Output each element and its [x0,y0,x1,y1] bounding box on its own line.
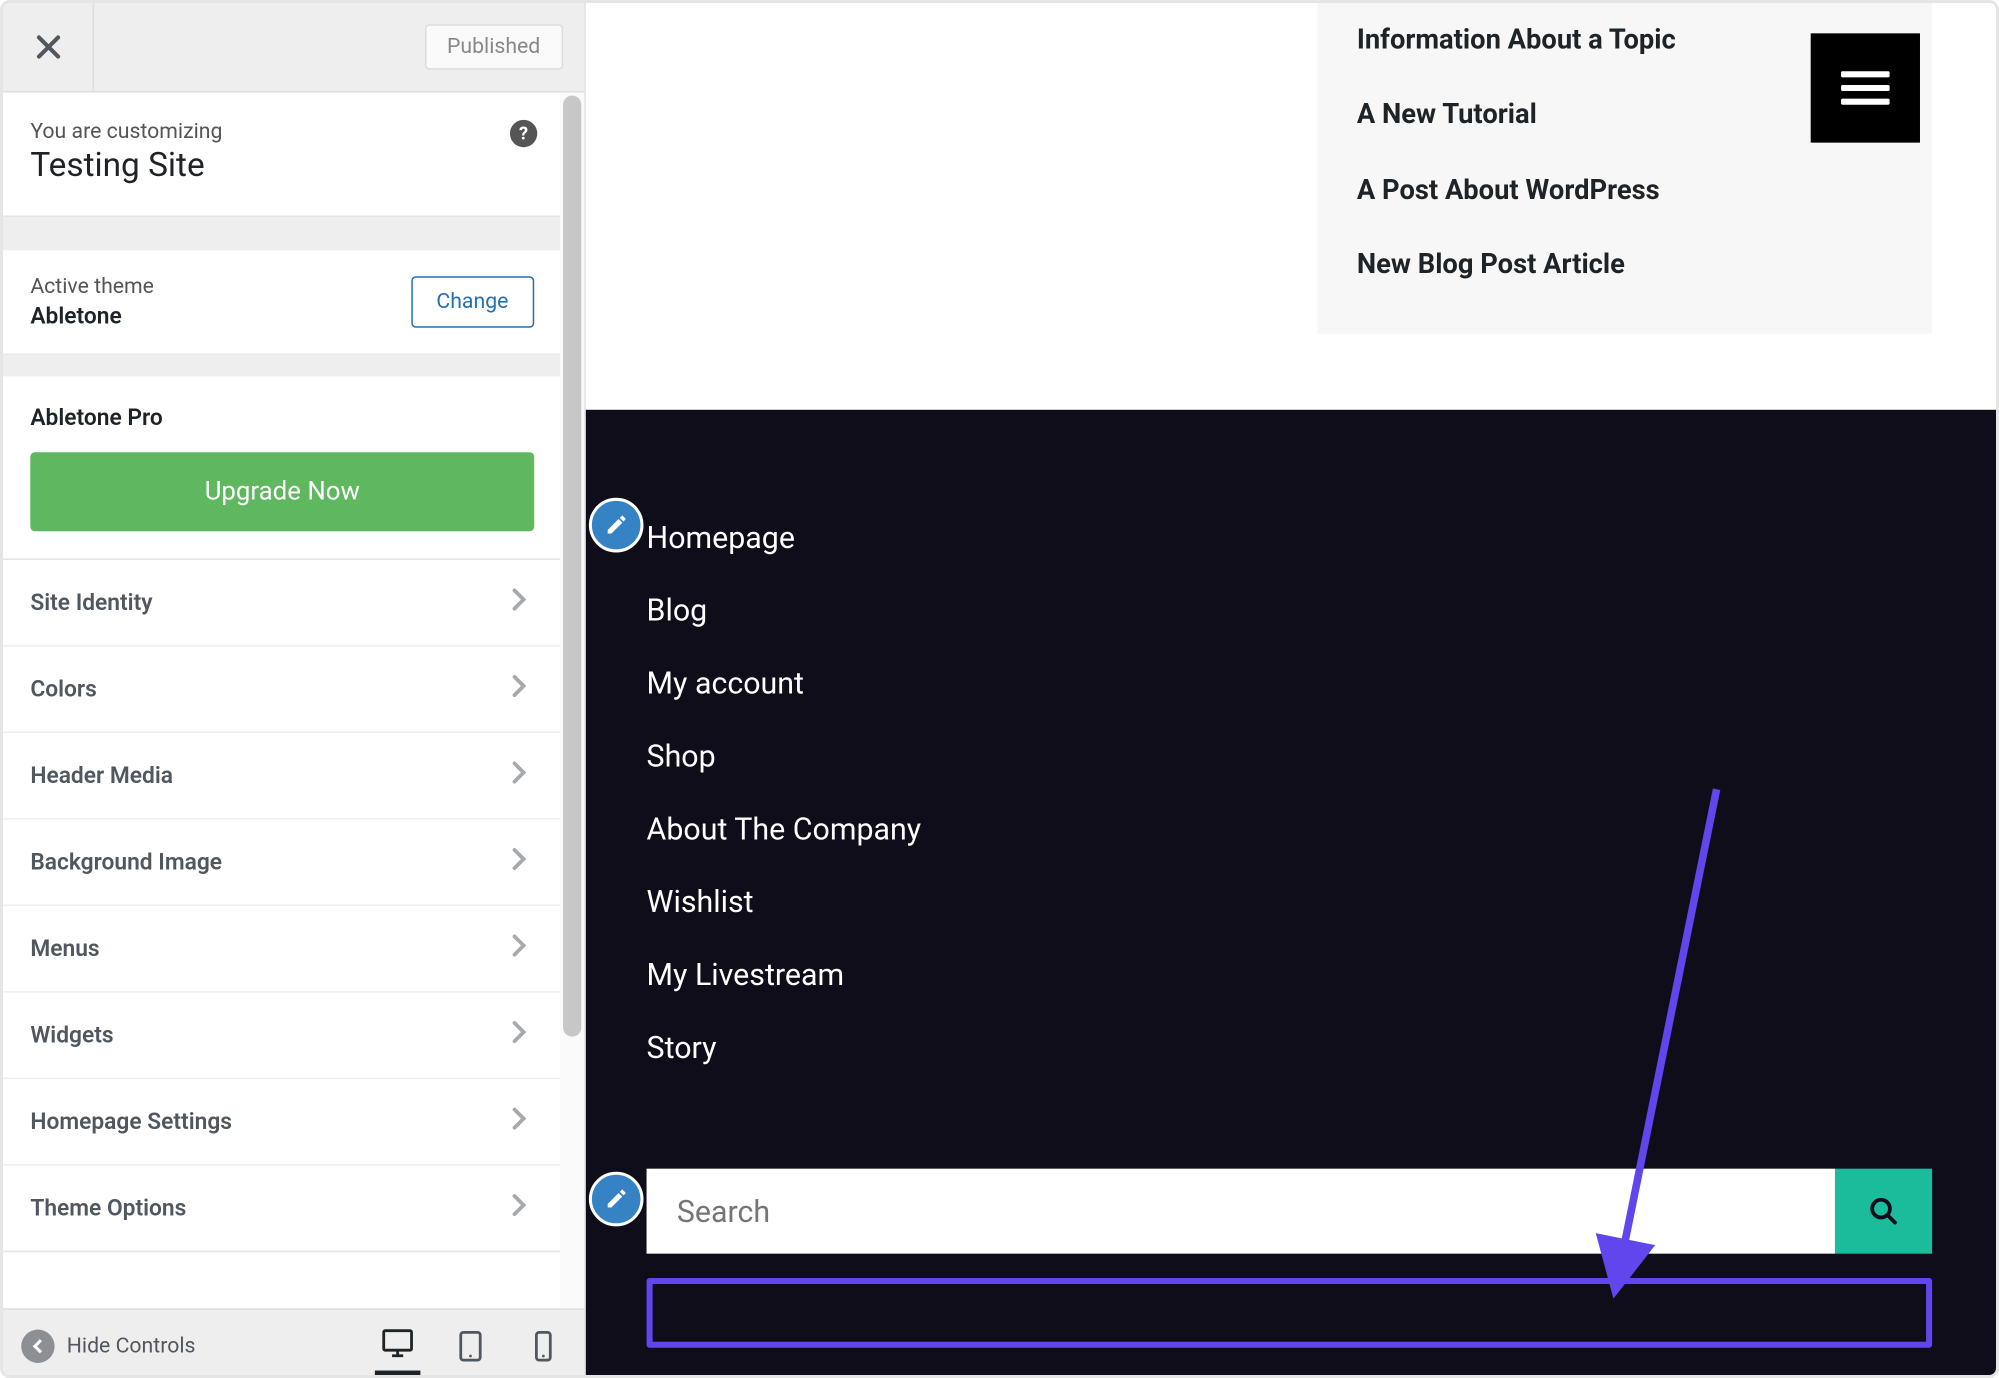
scrollbar-thumb[interactable] [563,96,581,1037]
sidebar-nav-menus[interactable]: Menus [3,905,562,992]
nav-label: Colors [30,675,96,702]
footer-menu-link[interactable]: Wishlist [647,865,922,938]
chevron-right-icon [504,844,534,880]
pro-title: Abletone Pro [30,404,534,431]
search-button[interactable] [1835,1169,1932,1254]
customizing-label: You are customizing [30,120,534,144]
chevron-right-icon [504,1017,534,1053]
sidebar-nav-background-image[interactable]: Background Image [3,818,562,905]
edit-shortcut-menu[interactable] [589,498,644,553]
tablet-icon [454,1329,487,1362]
chevron-right-icon [504,584,534,620]
device-desktop-button[interactable] [375,1317,421,1375]
nav-label: Background Image [30,848,222,875]
active-theme-section: Active theme Abletone Change [3,250,562,355]
chevron-right-icon [504,1103,534,1139]
footer-menu: HomepageBlogMy accountShopAbout The Comp… [647,501,922,1084]
customize-nav-list: Site Identity Colors Header Media Backgroun… [3,560,562,1252]
change-theme-button[interactable]: Change [411,276,535,328]
site-title: Testing Site [30,147,534,185]
nav-label: Widgets [30,1021,113,1048]
device-tablet-button[interactable] [448,1317,494,1375]
chevron-right-icon [504,1190,534,1226]
post-link[interactable]: A Post About WordPress [1357,153,1893,228]
sidebar-topbar: Published [3,3,584,93]
device-mobile-button[interactable] [521,1317,567,1375]
sidebar-nav-header-media[interactable]: Header Media [3,732,562,819]
active-theme-name: Abletone [30,302,154,329]
sidebar-nav-theme-options[interactable]: Theme Options [3,1164,562,1251]
chevron-right-icon [504,930,534,966]
active-theme-label: Active theme [30,275,154,299]
hamburger-icon [1841,71,1890,104]
customize-sidebar: Published ? You are customizing Testing … [3,3,586,1378]
edit-shortcut-search[interactable] [589,1172,644,1227]
mobile-icon [527,1329,560,1362]
pencil-icon [604,513,628,537]
footer-menu-link[interactable]: My Livestream [647,938,922,1011]
close-button[interactable] [3,3,94,91]
sidebar-nav-homepage-settings[interactable]: Homepage Settings [3,1078,562,1165]
nav-label: Homepage Settings [30,1108,232,1135]
customize-header: ? You are customizing Testing Site [3,93,562,217]
hide-controls-button[interactable]: Hide Controls [21,1329,195,1362]
preview-pane: Information About a TopicA New TutorialA… [586,3,1999,1378]
footer-menu-link[interactable]: Shop [647,719,922,792]
search-input[interactable] [647,1169,1835,1254]
footer-menu-link[interactable]: Story [647,1011,922,1084]
nav-label: Site Identity [30,589,152,616]
footer-search [647,1169,1933,1254]
footer-menu-link[interactable]: Homepage [647,501,922,574]
chevron-right-icon [504,757,534,793]
nav-label: Menus [30,935,99,962]
annotation-highlight-box [647,1278,1933,1348]
desktop-icon [381,1327,414,1360]
collapse-icon [21,1329,54,1362]
post-link[interactable]: New Blog Post Article [1357,228,1893,303]
sidebar-nav-colors[interactable]: Colors [3,645,562,732]
sidebar-bottom-bar: Hide Controls [3,1308,584,1378]
search-icon [1868,1196,1898,1226]
sidebar-scrollbar[interactable] [560,93,584,1309]
sidebar-nav-site-identity[interactable]: Site Identity [3,560,562,645]
publish-status-button[interactable]: Published [424,24,563,70]
nav-label: Header Media [30,762,173,789]
hide-controls-label: Hide Controls [67,1333,196,1357]
pro-upgrade-section: Abletone Pro Upgrade Now [3,376,562,560]
nav-label: Theme Options [30,1194,186,1221]
pencil-icon [604,1187,628,1211]
footer-menu-link[interactable]: About The Company [647,792,922,865]
footer-menu-link[interactable]: My account [647,647,922,720]
footer-menu-link[interactable]: Blog [647,574,922,647]
site-footer: HomepageBlogMy accountShopAbout The Comp… [586,410,1999,1378]
help-icon[interactable]: ? [510,120,537,147]
chevron-right-icon [504,671,534,707]
sidebar-nav-widgets[interactable]: Widgets [3,991,562,1078]
upgrade-button[interactable]: Upgrade Now [30,452,534,531]
menu-toggle-button[interactable] [1811,33,1920,142]
close-icon [34,33,61,60]
